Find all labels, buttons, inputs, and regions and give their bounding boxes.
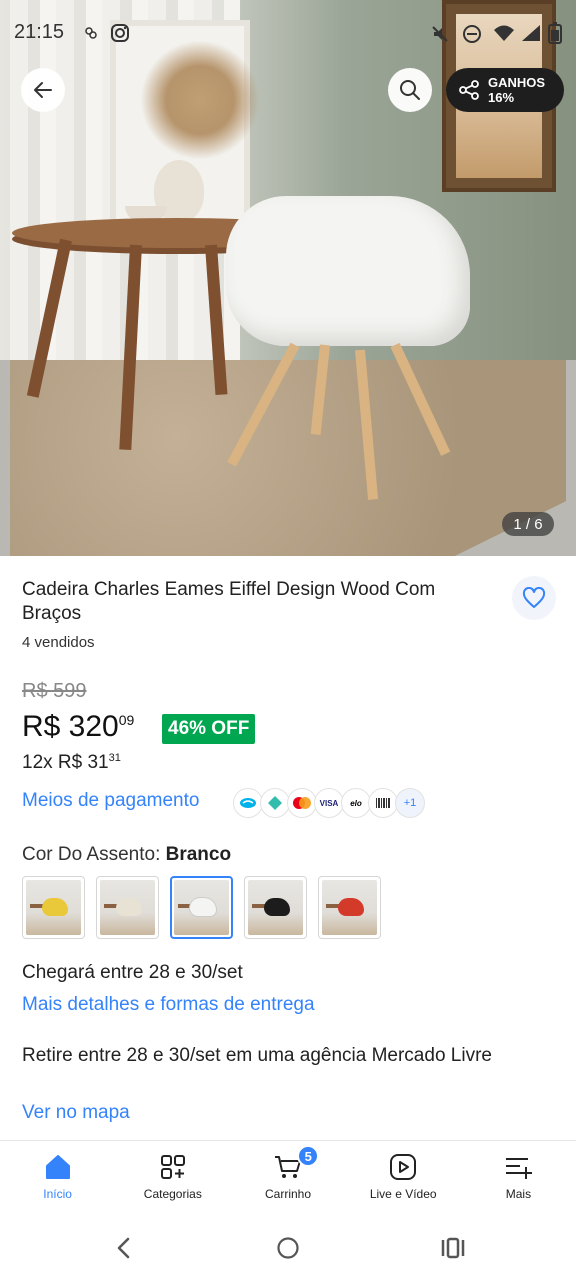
nav-item-cart[interactable]: 5 Carrinho (230, 1141, 345, 1212)
installments: 12x R$ 3131 (22, 752, 121, 774)
nav-label-categories: Categorias (143, 1187, 202, 1201)
product-title: Cadeira Charles Eames Eiffel Design Wood… (22, 579, 436, 624)
nav-label-more: Mais (505, 1187, 532, 1201)
dnd-icon (463, 25, 481, 43)
status-time: 21:15 (14, 21, 65, 43)
nav-label-home: Início (43, 1187, 72, 1201)
image-counter: 1 / 6 (502, 512, 554, 536)
color-swatch-beige[interactable] (96, 876, 159, 939)
back-button[interactable] (21, 68, 65, 112)
original-price: R$ 599 (22, 680, 87, 702)
mute-icon (432, 26, 448, 42)
price-main: R$ 320 (22, 710, 119, 743)
color-value: Branco (165, 844, 232, 865)
swatch-chair (338, 898, 364, 916)
nav-label-live-video: Live e Vídeo (369, 1187, 437, 1201)
delivery-estimate: Chegará entre 28 e 30/set (22, 962, 243, 983)
nav-item-home[interactable]: Início (0, 1141, 115, 1212)
installments-cents: 31 (108, 752, 121, 764)
delivery-details-link[interactable]: Mais detalhes e formas de entrega (22, 994, 315, 1016)
color-swatch-black[interactable] (244, 876, 307, 939)
battery-icon (548, 22, 562, 44)
share-earnings-button[interactable]: GANHOS 16% (446, 68, 564, 112)
nav-item-more[interactable]: Mais (461, 1141, 576, 1212)
color-label-text: Cor Do Assento: (22, 844, 161, 865)
share-icon (459, 80, 479, 100)
boleto-icon (368, 788, 398, 818)
nav-item-live-video[interactable]: Live e Vídeo (346, 1141, 461, 1212)
swatch-chair (42, 898, 68, 916)
system-back-icon[interactable] (114, 1236, 134, 1260)
swatch-chair (116, 898, 142, 916)
more-payment-methods: +1 (395, 788, 425, 818)
share-label-line2: 16% (488, 90, 515, 105)
categories-icon (160, 1155, 185, 1179)
home-icon (45, 1155, 70, 1179)
payment-methods-link[interactable]: Meios de pagamento (22, 790, 199, 812)
color-swatch-yellow[interactable] (22, 876, 85, 939)
discount-badge: 46% OFF (162, 714, 256, 744)
system-recents-icon[interactable] (440, 1236, 466, 1260)
arrow-left-icon (34, 82, 52, 98)
nav-label-cart: Carrinho (264, 1187, 312, 1201)
price-cents: 09 (118, 712, 135, 728)
cart-count-badge: 5 (297, 1145, 320, 1167)
system-navigation-bar (0, 1212, 576, 1280)
color-swatches (22, 876, 381, 939)
view-map-link[interactable]: Ver no mapa (22, 1102, 130, 1124)
current-price: R$ 32009 (22, 710, 134, 744)
visa-icon: VISA (314, 788, 344, 818)
sold-count: 4 vendidos (22, 634, 95, 651)
share-label-line1: GANHOS (488, 75, 546, 90)
heart-icon (522, 587, 546, 608)
image-chair (226, 196, 470, 346)
status-bar: 21:15 (0, 18, 576, 48)
bottom-navigation: Início Categorias 5 Carrinho Live e Víde… (0, 1140, 576, 1212)
mercado-pago-icon (233, 788, 263, 818)
pickup-info: Retire entre 28 e 30/set em uma agência … (22, 1045, 492, 1066)
share-label: GANHOS 16% (488, 75, 545, 105)
play-icon (390, 1154, 417, 1180)
swatch-chair (264, 898, 290, 916)
swatch-chair (190, 898, 216, 916)
sim-icon (85, 27, 97, 39)
menu-plus-icon (506, 1158, 533, 1179)
payment-methods-icons[interactable]: VISA elo +1 (233, 788, 425, 818)
pix-icon (260, 788, 290, 818)
elo-icon: elo (341, 788, 371, 818)
nav-item-categories[interactable]: Categorias (115, 1141, 230, 1212)
image-pampas-grass (140, 40, 260, 160)
installments-main: 12x R$ 31 (22, 752, 109, 773)
color-swatch-red[interactable] (318, 876, 381, 939)
color-swatch-white[interactable] (170, 876, 233, 939)
instagram-icon (111, 24, 129, 42)
color-selector-label: Cor Do Assento: Branco (22, 844, 231, 866)
system-home-icon[interactable] (276, 1236, 300, 1260)
mastercard-icon (287, 788, 317, 818)
search-icon (400, 80, 420, 100)
favorite-button[interactable] (512, 576, 556, 620)
image-rug (10, 360, 566, 556)
signal-icon (522, 25, 540, 41)
search-button[interactable] (388, 68, 432, 112)
wifi-icon (494, 25, 514, 41)
